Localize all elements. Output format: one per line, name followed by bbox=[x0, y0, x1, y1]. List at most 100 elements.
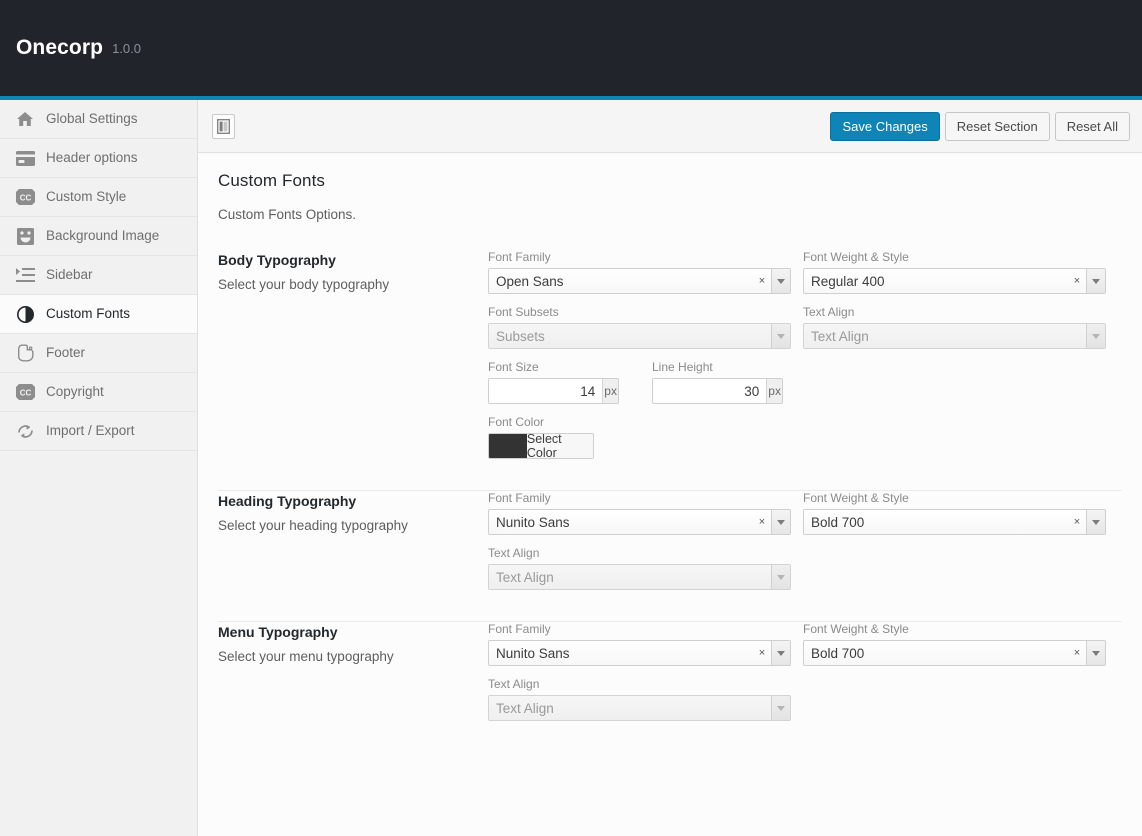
sidebar-item-label: Custom Fonts bbox=[46, 307, 130, 321]
clear-icon[interactable]: × bbox=[1068, 641, 1086, 665]
section-title: Heading Typography bbox=[218, 493, 488, 509]
font-family-select[interactable]: Nunito Sans × bbox=[488, 509, 791, 535]
chevron-down-icon[interactable] bbox=[1086, 641, 1105, 665]
field-label: Text Align bbox=[803, 305, 1106, 319]
save-changes-button[interactable]: Save Changes bbox=[830, 112, 939, 141]
select-placeholder: Text Align bbox=[489, 696, 771, 720]
cc-badge-icon: CC bbox=[14, 382, 36, 402]
sidebar-item-global-settings[interactable]: Global Settings bbox=[0, 100, 197, 139]
font-subsets-select[interactable]: Subsets bbox=[488, 323, 791, 349]
field-font-family: Font Family Open Sans × bbox=[488, 250, 791, 294]
clear-icon[interactable]: × bbox=[753, 641, 771, 665]
field-label: Line Height bbox=[652, 360, 783, 374]
chevron-down-icon[interactable] bbox=[771, 696, 790, 720]
pointing-hand-icon bbox=[14, 343, 36, 363]
font-family-select[interactable]: Nunito Sans × bbox=[488, 640, 791, 666]
font-size-input-group[interactable]: px bbox=[488, 378, 619, 404]
svg-text:CC: CC bbox=[19, 193, 31, 202]
field-text-align: Text Align Text Align bbox=[488, 546, 791, 590]
select-value: Bold 700 bbox=[804, 641, 1068, 665]
field-label: Font Family bbox=[488, 250, 791, 264]
line-height-input[interactable] bbox=[653, 379, 766, 403]
font-weight-select[interactable]: Bold 700 × bbox=[803, 509, 1106, 535]
svg-text:CC: CC bbox=[19, 388, 31, 397]
sidebar-item-label: Global Settings bbox=[46, 112, 138, 126]
chevron-down-icon[interactable] bbox=[771, 565, 790, 589]
content-area: Save Changes Reset Section Reset All Cus… bbox=[198, 100, 1142, 836]
sidebar-item-label: Sidebar bbox=[46, 268, 93, 282]
sidebar-item-custom-fonts[interactable]: Custom Fonts bbox=[0, 295, 197, 334]
brand-name: Onecorp bbox=[16, 36, 103, 60]
clear-icon[interactable]: × bbox=[753, 510, 771, 534]
clear-icon[interactable]: × bbox=[1068, 269, 1086, 293]
field-text-align: Text Align Text Align bbox=[803, 305, 1106, 349]
reset-all-button[interactable]: Reset All bbox=[1055, 112, 1130, 141]
field-label: Text Align bbox=[488, 546, 791, 560]
color-swatch[interactable] bbox=[489, 434, 527, 458]
clear-icon[interactable]: × bbox=[1068, 510, 1086, 534]
clear-icon[interactable]: × bbox=[753, 269, 771, 293]
panel-toggle-icon[interactable] bbox=[212, 114, 235, 139]
field-row: Font Color Select Color bbox=[488, 415, 1122, 459]
field-font-weight: Font Weight & Style Bold 700 × bbox=[803, 622, 1106, 666]
text-align-select[interactable]: Text Align bbox=[488, 695, 791, 721]
field-row: Font Family Nunito Sans × Font Weight & … bbox=[488, 491, 1122, 535]
field-label: Font Size bbox=[488, 360, 619, 374]
field-font-size: Font Size px bbox=[488, 360, 619, 404]
chevron-down-icon[interactable] bbox=[771, 269, 790, 293]
select-color-button[interactable]: Select Color bbox=[527, 434, 593, 458]
sidebar-item-sidebar[interactable]: Sidebar bbox=[0, 256, 197, 295]
chevron-down-icon[interactable] bbox=[1086, 510, 1105, 534]
line-height-input-group[interactable]: px bbox=[652, 378, 783, 404]
credit-card-icon bbox=[14, 148, 36, 168]
chevron-down-icon[interactable] bbox=[1086, 324, 1105, 348]
brand-version: 1.0.0 bbox=[112, 41, 141, 56]
field-font-subsets: Font Subsets Subsets bbox=[488, 305, 791, 349]
sidebar-item-custom-style[interactable]: CC Custom Style bbox=[0, 178, 197, 217]
section-label: Heading Typography Select your heading t… bbox=[218, 491, 488, 533]
field-label: Font Weight & Style bbox=[803, 250, 1106, 264]
refresh-icon bbox=[14, 421, 36, 441]
sidebar-item-label: Footer bbox=[46, 346, 85, 360]
sidebar-item-label: Copyright bbox=[46, 385, 104, 399]
field-row: Font Family Nunito Sans × Font Weight & … bbox=[488, 622, 1122, 666]
field-label: Font Weight & Style bbox=[803, 491, 1106, 505]
chevron-down-icon[interactable] bbox=[1086, 269, 1105, 293]
indent-list-icon bbox=[14, 265, 36, 285]
field-label: Font Weight & Style bbox=[803, 622, 1106, 636]
sidebar-item-import-export[interactable]: Import / Export bbox=[0, 412, 197, 451]
sidebar-item-label: Import / Export bbox=[46, 424, 135, 438]
sidebar-item-label: Header options bbox=[46, 151, 138, 165]
field-font-family: Font Family Nunito Sans × bbox=[488, 491, 791, 535]
section-subtitle: Select your heading typography bbox=[218, 518, 488, 533]
cc-badge-icon: CC bbox=[14, 187, 36, 207]
chevron-down-icon[interactable] bbox=[771, 510, 790, 534]
font-weight-select[interactable]: Bold 700 × bbox=[803, 640, 1106, 666]
main-frame: Global Settings Header options CC Custom… bbox=[0, 100, 1142, 836]
field-row: Text Align Text Align bbox=[488, 677, 1122, 721]
sidebar-item-background-image[interactable]: Background Image bbox=[0, 217, 197, 256]
text-align-select[interactable]: Text Align bbox=[803, 323, 1106, 349]
section-subtitle: Select your menu typography bbox=[218, 649, 488, 664]
home-icon bbox=[14, 109, 36, 129]
sidebar-item-label: Background Image bbox=[46, 229, 159, 243]
section-fields: Font Family Nunito Sans × Font Weight & … bbox=[488, 622, 1122, 732]
chevron-down-icon[interactable] bbox=[771, 641, 790, 665]
field-row: Font Subsets Subsets Text Align Text Ali… bbox=[488, 305, 1122, 349]
section-subtitle: Select your body typography bbox=[218, 277, 488, 292]
reset-section-button[interactable]: Reset Section bbox=[945, 112, 1050, 141]
select-value: Regular 400 bbox=[804, 269, 1068, 293]
sidebar-item-header-options[interactable]: Header options bbox=[0, 139, 197, 178]
sidebar-item-copyright[interactable]: CC Copyright bbox=[0, 373, 197, 412]
font-family-select[interactable]: Open Sans × bbox=[488, 268, 791, 294]
select-placeholder: Text Align bbox=[804, 324, 1086, 348]
font-size-input[interactable] bbox=[489, 379, 602, 403]
text-align-select[interactable]: Text Align bbox=[488, 564, 791, 590]
font-weight-select[interactable]: Regular 400 × bbox=[803, 268, 1106, 294]
field-font-weight: Font Weight & Style Regular 400 × bbox=[803, 250, 1106, 294]
sidebar-item-footer[interactable]: Footer bbox=[0, 334, 197, 373]
settings-panel: Custom Fonts Custom Fonts Options. Body … bbox=[198, 153, 1142, 836]
chevron-down-icon[interactable] bbox=[771, 324, 790, 348]
font-color-picker[interactable]: Select Color bbox=[488, 433, 594, 459]
select-placeholder: Subsets bbox=[489, 324, 771, 348]
